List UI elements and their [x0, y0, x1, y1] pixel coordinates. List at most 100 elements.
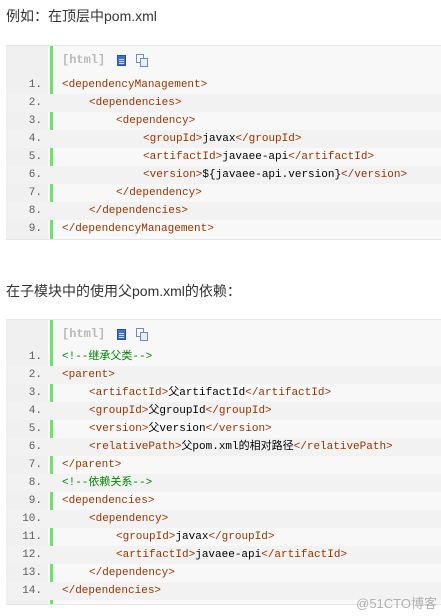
- code-content: <dependencyManagement>: [62, 76, 207, 94]
- code-line: 9. <dependencies>: [6, 492, 441, 510]
- line-number: 5.: [28, 151, 42, 163]
- line-number: 3.: [28, 115, 42, 127]
- code-tag: <dependencies>: [62, 495, 155, 507]
- code-tag: </artifactId>: [261, 549, 348, 561]
- code-content: <artifactId>javaee-api</artifactId>: [143, 148, 374, 166]
- code-toolbar: [html]: [62, 320, 149, 348]
- code-tag: <parent>: [62, 369, 115, 381]
- view-source-icon[interactable]: [117, 54, 127, 66]
- code-content: <dependency>: [116, 112, 195, 130]
- code-content: <artifactId>javaee-api</artifactId>: [116, 546, 347, 564]
- line-number: 5.: [28, 423, 42, 435]
- copy-icon[interactable]: [136, 53, 149, 67]
- code-line: 1. <!--继承父类-->: [6, 348, 441, 366]
- code-tag: </parent>: [62, 459, 122, 471]
- line-number: 4.: [28, 405, 42, 417]
- code-line: 6. <version>${javaee-api.version}</versio…: [6, 166, 441, 184]
- code-tag: </artifactId>: [245, 387, 332, 399]
- code-text: javax: [175, 531, 209, 543]
- code-comment: <!--继承父类-->: [62, 351, 153, 363]
- code-tag: </relativePath>: [293, 441, 393, 453]
- code-line: 1. <dependencyManagement>: [6, 76, 441, 94]
- code-tag: <dependency>: [116, 115, 196, 127]
- code-tag: </artifactId>: [288, 151, 375, 163]
- line-number: 9.: [28, 223, 42, 235]
- code-tag: <dependencyManagement>: [62, 79, 208, 91]
- line-number: 1.: [28, 351, 42, 363]
- code-block-2: [html] 1. <!--继承父类--> 2. <parent> 3. <artifac…: [6, 319, 441, 605]
- code-content: <groupId>javax</groupId>: [143, 130, 301, 148]
- code-content: </dependencies>: [89, 202, 188, 220]
- code-tag: <relativePath>: [89, 441, 182, 453]
- intro-text: 例如：在顶层中pom.xml: [6, 8, 157, 24]
- code-line: 11. <groupId>javax</groupId>: [6, 528, 441, 546]
- code-tag: </dependency>: [89, 567, 175, 579]
- code-text: javaee-api: [195, 549, 262, 561]
- line-number: 13.: [22, 567, 42, 579]
- view-source-icon[interactable]: [117, 328, 127, 340]
- code-line: 7. </parent>: [6, 456, 441, 474]
- second-text: 在子模块中的使用父pom.xml的依赖：: [6, 283, 241, 299]
- code-content: </dependencyManagement>: [62, 220, 214, 238]
- code-line: 6. <relativePath>父pom.xml的相对路径</relativeP…: [6, 438, 441, 456]
- line-number: 14.: [22, 585, 42, 597]
- code-text: javaee-api: [222, 151, 289, 163]
- code-line: 7. </dependency>: [6, 184, 441, 202]
- code-content: <groupId>javax</groupId>: [116, 528, 274, 546]
- code-text: javax: [202, 133, 236, 145]
- code-tag: <groupId>: [143, 133, 203, 145]
- code-content: <dependency>: [89, 510, 168, 528]
- line-number: 8.: [28, 205, 42, 217]
- code-tag: <groupId>: [89, 405, 149, 417]
- code-content: <version>父version</version>: [89, 420, 272, 438]
- code-content: </dependency>: [89, 564, 175, 582]
- code-content: <groupId>父groupId</groupId>: [89, 402, 272, 420]
- code-tag: </version>: [205, 423, 272, 435]
- code-tag: </dependencyManagement>: [62, 223, 214, 235]
- line-number: 8.: [28, 477, 42, 489]
- code-content: </parent>: [62, 456, 121, 474]
- code-tag: <version>: [143, 169, 203, 181]
- code-lines: 1. <dependencyManagement> 2. <dependencies>…: [6, 76, 441, 238]
- code-line: 3. <dependency>: [6, 112, 441, 130]
- copy-icon[interactable]: [136, 327, 149, 341]
- code-content: <parent>: [62, 366, 115, 384]
- code-tag: <dependency>: [89, 513, 169, 525]
- line-number: 2.: [28, 369, 42, 381]
- line-number: 12.: [22, 549, 42, 561]
- line-number: 4.: [28, 133, 42, 145]
- code-tag: <dependencies>: [89, 97, 182, 109]
- code-line: 5. <version>父version</version>: [6, 420, 441, 438]
- code-tag: </dependencies>: [89, 205, 189, 217]
- code-text: 父pom.xml的相对路径: [181, 441, 294, 453]
- code-content: </dependency>: [116, 184, 202, 202]
- code-line: 2. <dependencies>: [6, 94, 441, 112]
- code-tag: <artifactId>: [116, 549, 196, 561]
- line-number: 9.: [28, 495, 42, 507]
- code-line: 2. <parent>: [6, 366, 441, 384]
- line-number: 6.: [28, 169, 42, 181]
- code-tag: </dependency>: [116, 187, 202, 199]
- code-line: 12. <artifactId>javaee-api</artifactId>: [6, 546, 441, 564]
- line-number: 7.: [28, 459, 42, 471]
- code-lines: 1. <!--继承父类--> 2. <parent> 3. <artifactId>父ar…: [6, 348, 441, 600]
- code-toolbar: [html]: [62, 46, 149, 74]
- code-line: 3. <artifactId>父artifactId</artifactId>: [6, 384, 441, 402]
- code-line: 9. </dependencyManagement>: [6, 220, 441, 238]
- code-tag: </dependencies>: [62, 585, 162, 597]
- line-number: 2.: [28, 97, 42, 109]
- language-label: [html]: [62, 53, 106, 67]
- code-line: 13. </dependency>: [6, 564, 441, 582]
- code-text: 父artifactId: [168, 387, 246, 399]
- code-tag: </version>: [341, 169, 408, 181]
- code-tag: <version>: [89, 423, 149, 435]
- line-number: 10.: [22, 513, 42, 525]
- line-number: 11.: [22, 531, 42, 543]
- language-label: [html]: [62, 327, 106, 341]
- code-line: 5. <artifactId>javaee-api</artifactId>: [6, 148, 441, 166]
- watermark: @51CTO博客: [356, 596, 437, 611]
- code-tag: </groupId>: [208, 531, 275, 543]
- code-tag: </groupId>: [235, 133, 302, 145]
- code-tag: <groupId>: [116, 531, 176, 543]
- code-content: <dependencies>: [89, 94, 181, 112]
